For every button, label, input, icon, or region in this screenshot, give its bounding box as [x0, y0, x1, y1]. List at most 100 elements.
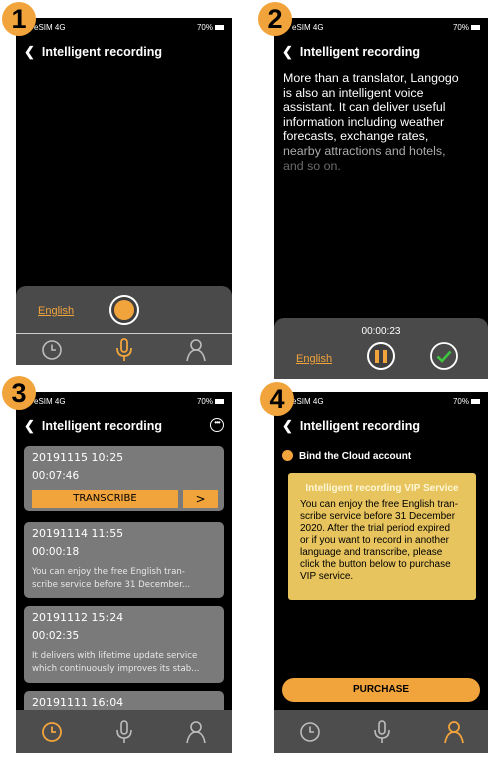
back-arrow-icon[interactable]: ❮: [282, 418, 293, 434]
tab-record[interactable]: [346, 710, 418, 753]
microphone-icon: [116, 719, 132, 743]
battery-icon: [215, 399, 224, 405]
tab-history[interactable]: [16, 334, 88, 365]
page-header: ❮ Intelligent recording: [24, 44, 162, 60]
screen-recording-idle: eSIM 4G 70% ❮ Intelligent recording Engli…: [16, 18, 232, 365]
language-selector[interactable]: English: [296, 353, 332, 365]
history-clock-icon: [42, 339, 62, 360]
tab-profile[interactable]: [160, 334, 232, 365]
vip-line: You can enjoy the free English tran-: [300, 499, 459, 510]
screen-recording-list: eSIM 4G 70% ❮ Intelligent recording ••• 2…: [16, 392, 232, 753]
tab-bar: [16, 710, 232, 753]
transcript-line: information including weather: [283, 114, 445, 129]
history-clock-icon: [300, 721, 320, 742]
step-badge-4: 4: [260, 382, 294, 416]
history-clock-icon: [42, 721, 62, 742]
battery-percent: 70%: [196, 397, 213, 406]
back-arrow-icon[interactable]: ❮: [24, 418, 35, 434]
back-arrow-icon[interactable]: ❮: [282, 44, 293, 60]
page-title: Intelligent recording: [299, 45, 421, 59]
step-badge-3: 3: [2, 376, 36, 410]
tab-history[interactable]: [274, 710, 346, 753]
record-panel: English: [16, 286, 232, 333]
battery-indicator: 70%: [453, 397, 480, 406]
tab-history[interactable]: [16, 710, 88, 753]
vip-line: click the button below to purchase: [300, 559, 451, 570]
profile-icon: [186, 720, 206, 743]
page-title: Intelligent recording: [299, 419, 421, 433]
finish-button[interactable]: [430, 342, 458, 370]
recording-date: 20191111 16:04: [32, 696, 124, 709]
vip-service-card: Intelligent recording VIP Service You ca…: [288, 473, 476, 600]
screen-vip-purchase: eSIM 4G 70% ❮ Intelligent recording Bind …: [274, 392, 488, 753]
vip-line: language and transcribe, please: [300, 547, 443, 558]
battery-indicator: 70%: [453, 23, 480, 32]
bind-cloud-account-link[interactable]: Bind the Cloud account: [282, 450, 411, 462]
vip-line: VIP service.: [300, 571, 354, 582]
recording-preview: You can enjoy the free English tran- scr…: [32, 566, 190, 592]
bind-label: Bind the Cloud account: [299, 451, 412, 462]
recording-control-panel: 00:00:23 English: [274, 318, 488, 379]
pause-icon: [383, 350, 387, 363]
tab-profile[interactable]: [160, 710, 232, 753]
recording-timer: 00:00:23: [361, 326, 401, 337]
microphone-icon: [374, 719, 390, 743]
recording-date: 20191115 10:25: [32, 451, 124, 464]
record-button[interactable]: [109, 295, 139, 325]
vip-line: 2020. After the trial period expired: [300, 523, 451, 534]
pause-icon: [375, 350, 379, 363]
tab-record[interactable]: [88, 334, 160, 365]
transcript-line: forecasts, exchange rates,: [283, 129, 429, 144]
transcript-line: and so on.: [283, 158, 341, 173]
carrier-label: eSIM 4G: [34, 23, 66, 32]
recording-date: 20191112 15:24: [32, 611, 124, 624]
recording-item[interactable]: 20191114 11:55 00:00:18 You can enjoy th…: [24, 522, 224, 598]
tab-record[interactable]: [88, 710, 160, 753]
page-header: ❮ Intelligent recording: [282, 44, 420, 60]
battery-percent: 70%: [452, 397, 469, 406]
carrier-label: eSIM 4G: [34, 397, 66, 406]
transcribe-button[interactable]: TRANSCRIBE: [32, 490, 178, 508]
profile-icon: [186, 338, 206, 361]
more-options-icon[interactable]: •••: [210, 418, 224, 432]
screen-recording-active: eSIM 4G 70% ❮ Intelligent recording More …: [274, 18, 488, 379]
preview-line: You can enjoy the free English tran-: [32, 567, 185, 577]
battery-indicator: 70%: [197, 397, 224, 406]
language-selector[interactable]: English: [38, 305, 74, 317]
account-icon: [282, 450, 293, 461]
recording-preview: It delivers with lifetime update service…: [32, 650, 199, 676]
transcript-line: is also an intelligent voice: [283, 85, 424, 100]
page-header: ❮ Intelligent recording: [24, 418, 162, 434]
chevron-right-icon[interactable]: >: [183, 490, 218, 508]
recording-item[interactable]: 20191112 15:24 00:02:35 It delivers with…: [24, 606, 224, 683]
purchase-button[interactable]: PURCHASE: [282, 678, 480, 702]
record-dot-icon: [114, 300, 134, 320]
battery-indicator: 70%: [197, 23, 224, 32]
battery-percent: 70%: [452, 23, 469, 32]
vip-line: or if you want to record in another: [300, 535, 449, 546]
vip-line: scribe service before 31 December: [300, 511, 456, 522]
status-bar: eSIM 4G 70%: [16, 20, 232, 34]
live-transcript: More than a translator, Langogo is also …: [283, 71, 483, 173]
vip-description: You can enjoy the free English tran- scr…: [300, 499, 458, 583]
carrier-label: eSIM 4G: [292, 23, 324, 32]
transcript-line: More than a translator, Langogo: [283, 71, 459, 85]
battery-icon: [471, 25, 480, 31]
battery-icon: [471, 399, 480, 405]
recording-duration: 00:02:35: [32, 630, 80, 642]
page-title: Intelligent recording: [41, 419, 163, 433]
status-bar: eSIM 4G 70%: [274, 20, 488, 34]
vip-title: Intelligent recording VIP Service: [305, 483, 459, 494]
recording-duration: 00:00:18: [32, 546, 80, 558]
preview-line: scribe service before 31 December...: [32, 579, 191, 590]
back-arrow-icon[interactable]: ❮: [24, 44, 35, 60]
battery-icon: [215, 25, 224, 31]
recording-duration: 00:07:46: [32, 470, 80, 482]
recording-item[interactable]: 20191115 10:25 00:07:46 TRANSCRIBE >: [24, 446, 224, 511]
tab-bar: [16, 334, 232, 365]
pause-button[interactable]: [367, 342, 395, 370]
tab-profile[interactable]: [418, 710, 488, 753]
status-bar: eSIM 4G 70%: [16, 394, 232, 408]
page-header: ❮ Intelligent recording: [282, 418, 420, 434]
check-icon: [430, 342, 458, 370]
